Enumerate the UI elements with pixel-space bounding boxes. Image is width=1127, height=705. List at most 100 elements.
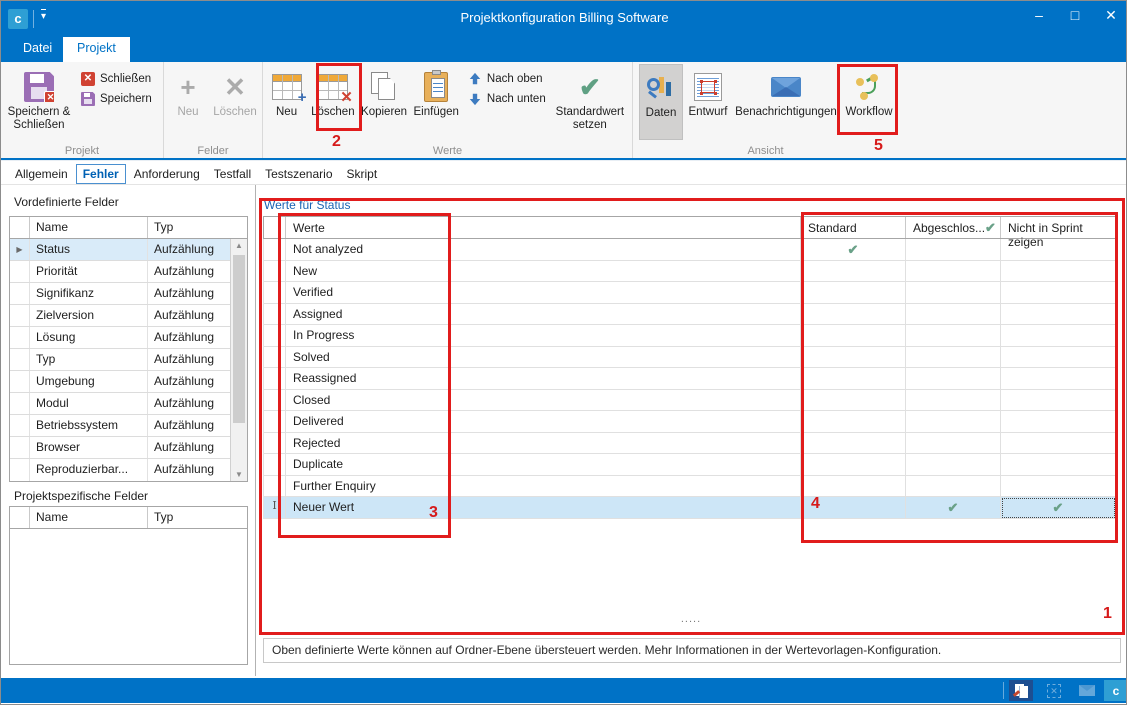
table-row[interactable]: PrioritätAufzählung xyxy=(10,261,230,283)
table-row[interactable]: ▶StatusAufzählung xyxy=(10,239,230,261)
mail-status-icon[interactable] xyxy=(1075,680,1099,701)
table-row[interactable]: Duplicate xyxy=(263,454,1116,476)
table-row[interactable]: Delivered xyxy=(263,411,1116,433)
felder-neu-label: Neu xyxy=(177,106,198,119)
panel-divider[interactable] xyxy=(255,185,256,676)
nach-oben-label: Nach oben xyxy=(487,73,543,85)
table-row[interactable]: Verified xyxy=(263,282,1116,304)
splitter-handle[interactable]: ..... xyxy=(641,613,741,625)
scroll-down-icon[interactable]: ▼ xyxy=(231,470,247,479)
scroll-up-icon[interactable]: ▲ xyxy=(231,241,247,250)
maximize-button[interactable]: □ xyxy=(1066,7,1084,24)
table-add-icon: + xyxy=(272,74,302,100)
copy-icon xyxy=(371,72,397,102)
table-row[interactable]: New xyxy=(263,261,1116,283)
arrow-down-icon xyxy=(468,92,482,106)
column-header-name[interactable]: Name xyxy=(30,507,148,528)
table-row[interactable]: Further Enquiry xyxy=(263,476,1116,498)
close-label: Schließen xyxy=(100,73,151,85)
table-row[interactable]: In Progress xyxy=(263,325,1116,347)
predefined-fields-title: Vordefinierte Felder xyxy=(14,195,119,209)
table-row[interactable]: BetriebssystemAufzählung xyxy=(10,415,230,437)
felder-neu-button[interactable]: + Neu xyxy=(166,64,210,140)
daten-button[interactable]: Daten xyxy=(639,64,683,140)
table-row[interactable]: Solved xyxy=(263,347,1116,369)
predefined-fields-table: Name Typ ▶StatusAufzählung PrioritätAufz… xyxy=(9,216,248,482)
empty-table-body[interactable] xyxy=(10,529,247,664)
einfuegen-label: Einfügen xyxy=(414,106,459,119)
save-project-button[interactable]: Speichern xyxy=(81,92,152,106)
workflow-label: Workflow xyxy=(845,106,892,119)
arrow-up-icon xyxy=(468,72,482,86)
table-row[interactable]: ZielversionAufzählung xyxy=(10,305,230,327)
tab-anforderung[interactable]: Anforderung xyxy=(128,165,206,183)
table-row[interactable]: ModulAufzählung xyxy=(10,393,230,415)
nach-unten-button[interactable]: Nach unten xyxy=(468,92,546,106)
table-row[interactable]: LösungAufzählung xyxy=(10,327,230,349)
table-row[interactable]: Rejected xyxy=(263,433,1116,455)
column-header-typ[interactable]: Typ xyxy=(148,507,231,528)
scrollbar[interactable]: ▲ ▼ xyxy=(230,239,247,481)
standardwert-setzen-button[interactable]: ✔ Standardwert setzen xyxy=(550,64,630,140)
table-row[interactable]: Assigned xyxy=(263,304,1116,326)
app-logo-status-icon[interactable]: c xyxy=(1104,680,1127,701)
table-delete-icon: ✕ xyxy=(318,74,348,100)
tab-skript[interactable]: Skript xyxy=(341,165,384,183)
tab-datei[interactable]: Datei xyxy=(9,37,66,62)
werte-neu-button[interactable]: + Neu xyxy=(265,64,308,140)
tab-testszenario[interactable]: Testszenario xyxy=(259,165,338,183)
entwurf-button[interactable]: Entwurf xyxy=(683,64,733,140)
copy-pages-icon[interactable] xyxy=(1009,680,1033,701)
table-row[interactable]: Reassigned xyxy=(263,368,1116,390)
nach-unten-label: Nach unten xyxy=(487,93,546,105)
statusbar-separator xyxy=(1003,682,1004,699)
table-row[interactable]: BrowserAufzählung xyxy=(10,437,230,459)
tab-allgemein[interactable]: Allgemein xyxy=(9,165,74,183)
minimize-button[interactable]: – xyxy=(1030,7,1048,24)
table-row[interactable]: UmgebungAufzählung xyxy=(10,371,230,393)
tab-testfall[interactable]: Testfall xyxy=(208,165,257,183)
benachrichtigungen-button[interactable]: Benachrichtigungen xyxy=(733,64,839,140)
einfuegen-button[interactable]: Einfügen xyxy=(411,64,462,140)
document-tabs: Allgemein Fehler Anforderung Testfall Te… xyxy=(1,163,1127,185)
save-close-label: Speichern & Schließen xyxy=(6,106,72,132)
table-row[interactable]: Not analyzed✔ xyxy=(263,239,1116,261)
mail-icon xyxy=(771,77,801,97)
werte-loeschen-button[interactable]: ✕ Löschen xyxy=(308,64,357,140)
ribbon: ✕ Speichern & Schließen ✕ Schließen Spei… xyxy=(1,62,1127,158)
scrollbar-thumb[interactable] xyxy=(233,255,245,423)
ribbon-divider xyxy=(1,158,1127,161)
column-header-sprint[interactable]: Nicht in Sprint zeigen xyxy=(1001,217,1116,238)
app-window: c ▾ Projektkonfiguration Billing Softwar… xyxy=(0,0,1127,705)
table-row[interactable]: TypAufzählung xyxy=(10,349,230,371)
column-header-name[interactable]: Name xyxy=(30,217,148,238)
table-row[interactable]: Reproduzierbar...Aufzählung xyxy=(10,459,230,481)
close-button[interactable]: ✕ xyxy=(1102,7,1120,24)
werte-neu-label: Neu xyxy=(276,106,297,119)
column-header-typ[interactable]: Typ xyxy=(148,217,231,238)
tab-fehler[interactable]: Fehler xyxy=(76,164,126,184)
row-indicator-header xyxy=(263,217,286,238)
save-label: Speichern xyxy=(100,93,152,105)
tab-projekt[interactable]: Projekt xyxy=(63,37,130,62)
table-row[interactable]: SignifikanzAufzählung xyxy=(10,283,230,305)
close-project-button[interactable]: ✕ Schließen xyxy=(81,72,152,86)
selection-icon[interactable]: ✕ xyxy=(1042,680,1066,701)
project-fields-title: Projektspezifische Felder xyxy=(14,489,148,503)
column-header-standard[interactable]: Standard xyxy=(801,217,906,238)
nach-oben-button[interactable]: Nach oben xyxy=(468,72,546,86)
table-row[interactable]: Closed xyxy=(263,390,1116,412)
workflow-button[interactable]: Workflow xyxy=(841,64,897,140)
save-and-close-button[interactable]: ✕ Speichern & Schließen xyxy=(3,64,75,140)
felder-loeschen-button[interactable]: ✕ Löschen xyxy=(210,64,260,140)
table-row-selected[interactable]: INeuer Wert✔✔ xyxy=(263,497,1116,519)
daten-label: Daten xyxy=(646,107,677,120)
current-row-arrow-icon: ▶ xyxy=(10,239,30,260)
column-header-werte[interactable]: Werte xyxy=(286,217,801,238)
kopieren-button[interactable]: Kopieren xyxy=(358,64,411,140)
column-header-abgeschlossen[interactable]: Abgeschlos...✔ xyxy=(906,217,1001,238)
grid-header-row: Werte Standard Abgeschlos...✔ Nicht in S… xyxy=(263,216,1116,239)
status-bar: ✕ c xyxy=(1,678,1127,703)
focused-cell: ✔ xyxy=(1001,497,1116,519)
plus-icon: + xyxy=(180,68,195,106)
